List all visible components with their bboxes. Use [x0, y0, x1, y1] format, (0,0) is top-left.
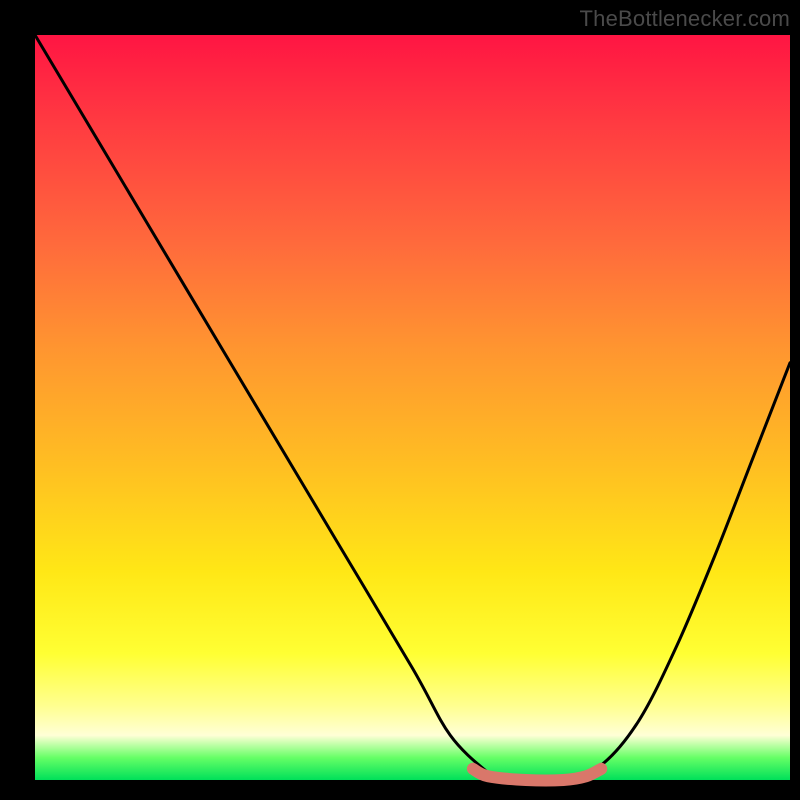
attribution-text: TheBottlenecker.com	[580, 6, 790, 32]
chart-frame: TheBottlenecker.com	[0, 0, 800, 800]
plot-area	[35, 35, 790, 780]
bottleneck-curve	[35, 35, 790, 781]
optimal-range	[473, 769, 601, 781]
chart-svg	[35, 35, 790, 780]
